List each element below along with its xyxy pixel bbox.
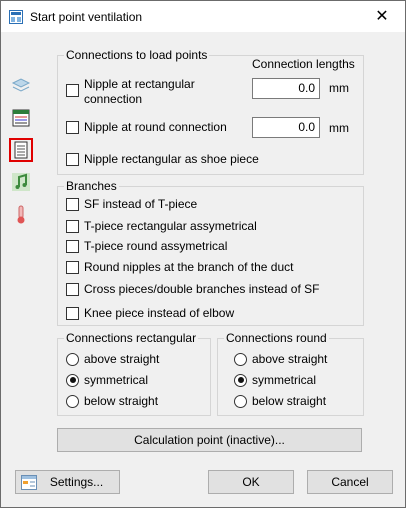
conn-rect-above-label: above straight [84,352,160,366]
conn-round-below-label: below straight [252,394,327,408]
branch-option-6[interactable]: Knee piece instead of elbow [66,306,234,320]
branch-option-2[interactable]: T-piece rectangular assymetrical [66,219,257,233]
cancel-button[interactable]: Cancel [307,470,393,494]
conn-rect-below-label: below straight [84,394,159,408]
connection-lengths-label: Connection lengths [252,57,355,71]
document-icon[interactable] [9,138,33,162]
branch-option-2-label: T-piece rectangular assymetrical [84,219,257,233]
conn-round-label: Connections round [224,331,329,345]
table-icon[interactable] [9,106,33,130]
nipple-rect-label: Nipple at rectangular connection [84,77,195,106]
conn-round-above-radio[interactable]: above straight [234,352,327,366]
branch-option-5-box[interactable] [66,282,79,296]
settings-button[interactable]: Settings... [15,470,120,494]
conn-round-above-label: above straight [252,352,328,366]
conn-rect-above-radio[interactable]: above straight [66,352,159,366]
conn-round-below-dot[interactable] [234,394,247,408]
conn-rect-symmetrical-dot[interactable] [66,373,79,387]
dialog-window: Start point ventilation ✕ Connections to… [0,0,406,508]
branch-option-4-box[interactable] [66,260,79,274]
title-bar: Start point ventilation ✕ [1,1,405,32]
nipple-round-length-input[interactable]: 0.0 [252,117,320,138]
conn-rect-symmetrical-radio[interactable]: symmetrical [66,373,148,387]
shoe-piece-label: Nipple rectangular as shoe piece [84,152,259,166]
load-points-label: Connections to load points [64,48,210,62]
conn-round-below-radio[interactable]: below straight [234,394,326,408]
nipple-rect-unit: mm [329,81,349,95]
shoe-piece-box[interactable] [66,152,79,166]
layers-icon[interactable] [9,73,33,97]
conn-rect-above-dot[interactable] [66,352,79,366]
settings-icon [21,475,37,490]
branch-option-3[interactable]: T-piece round assymetrical [66,239,227,253]
conn-round-symmetrical-radio[interactable]: symmetrical [234,373,316,387]
music-note-icon[interactable] [9,170,33,194]
conn-rect-below-dot[interactable] [66,394,79,408]
branch-option-1[interactable]: SF instead of T-piece [66,197,197,211]
conn-round-symmetrical-dot[interactable] [234,373,247,387]
branch-option-1-box[interactable] [66,197,79,211]
branches-label: Branches [64,179,119,193]
conn-rect-below-radio[interactable]: below straight [66,394,158,408]
shoe-piece-checkbox[interactable]: Nipple rectangular as shoe piece [66,152,259,166]
nipple-round-box[interactable] [66,120,79,134]
nipple-rect-checkbox[interactable]: Nipple at rectangular connection [66,77,249,107]
nipple-round-unit: mm [329,121,349,135]
nipple-rect-length-input[interactable]: 0.0 [252,78,320,99]
settings-label: Settings... [49,475,104,489]
branch-option-4[interactable]: Round nipples at the branch of the duct [66,260,293,274]
thermometer-icon[interactable] [9,202,33,226]
nipple-rect-box[interactable] [66,84,79,97]
branch-option-4-label: Round nipples at the branch of the duct [84,260,294,274]
branch-option-3-label: T-piece round assymetrical [84,239,228,253]
branch-option-2-box[interactable] [66,219,79,233]
branch-option-5[interactable]: Cross pieces/double branches instead of … [66,282,319,296]
conn-round-above-dot[interactable] [234,352,247,366]
conn-round-symmetrical-label: symmetrical [252,373,317,387]
branch-option-6-box[interactable] [66,306,79,320]
conn-rect-label: Connections rectangular [64,331,199,345]
calculation-point-button[interactable]: Calculation point (inactive)... [57,428,362,452]
app-icon [9,10,23,24]
nipple-round-label: Nipple at round connection [84,120,227,134]
close-icon[interactable]: ✕ [359,1,405,32]
window-title: Start point ventilation [30,10,143,24]
ok-button[interactable]: OK [208,470,294,494]
branch-option-6-label: Knee piece instead of elbow [84,306,235,320]
branch-option-5-label: Cross pieces/double branches instead of … [84,282,320,296]
branch-option-1-label: SF instead of T-piece [84,197,198,211]
branch-option-3-box[interactable] [66,239,79,253]
conn-rect-symmetrical-label: symmetrical [84,373,149,387]
nipple-round-checkbox[interactable]: Nipple at round connection [66,120,227,134]
